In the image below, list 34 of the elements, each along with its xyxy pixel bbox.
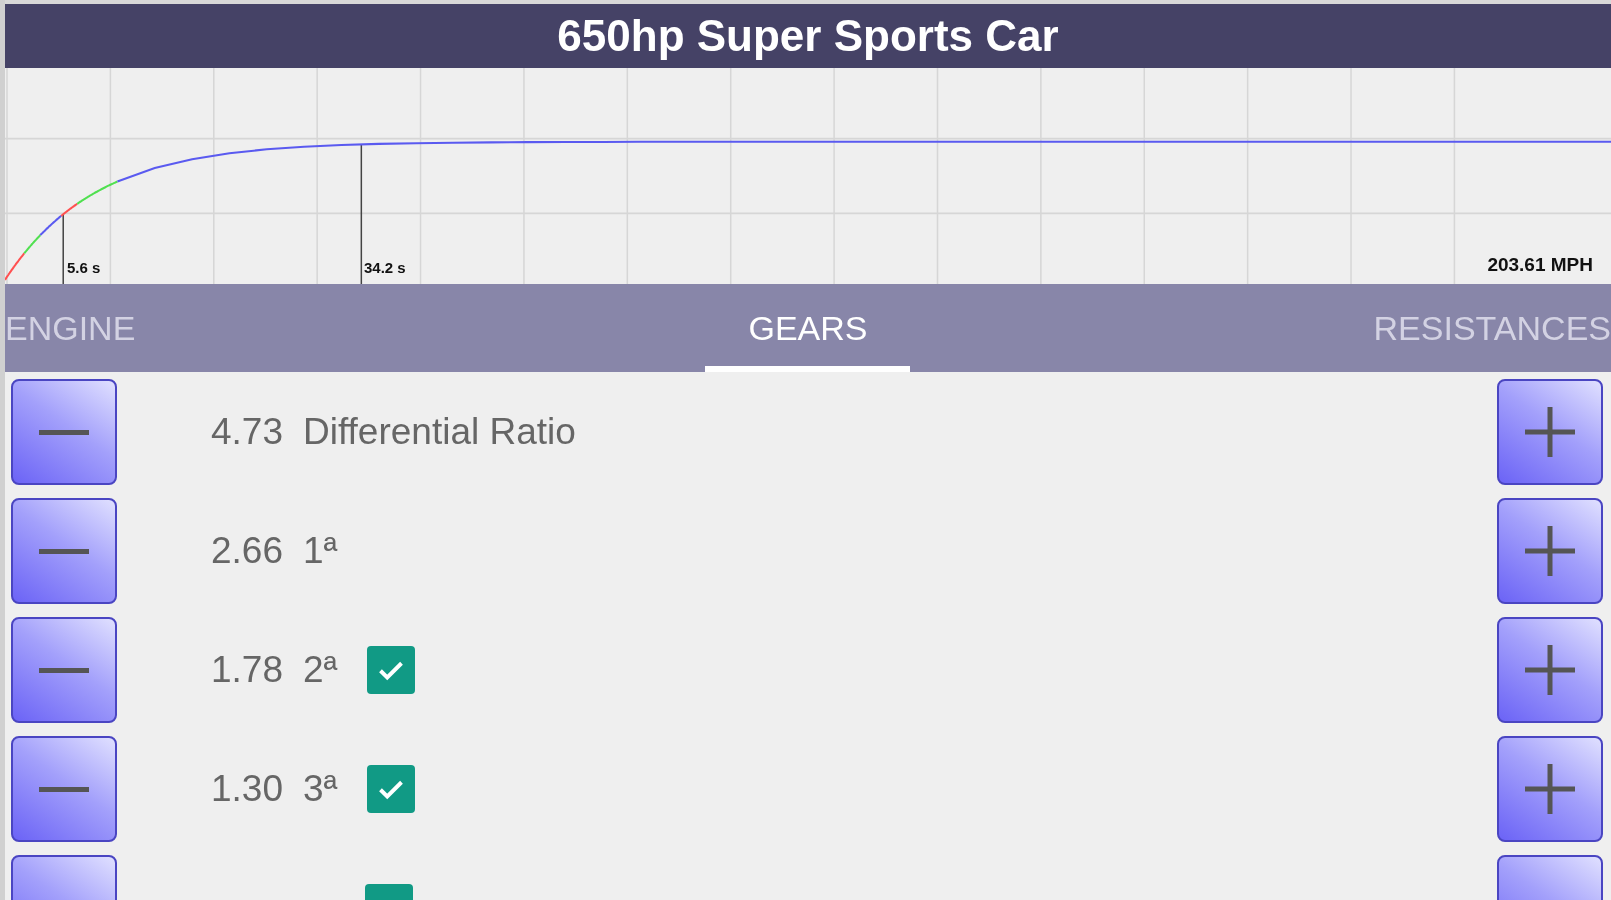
increase-button[interactable] — [1497, 617, 1603, 723]
checkbox[interactable] — [367, 765, 416, 813]
decrease-button[interactable] — [11, 736, 117, 842]
ratio-value: 2.66 — [211, 530, 283, 572]
minus-icon — [39, 667, 89, 673]
plus-icon — [1525, 407, 1575, 457]
decrease-button[interactable] — [11, 498, 117, 604]
ratio-value: 4.73 — [211, 411, 283, 453]
checkbox[interactable] — [367, 646, 416, 694]
plus-icon — [1525, 645, 1575, 695]
marker-line — [62, 213, 64, 284]
ratio-label: Differential Ratio — [303, 411, 576, 453]
decrease-button[interactable] — [11, 617, 117, 723]
plus-icon — [1525, 526, 1575, 576]
marker-label: 5.6 s — [67, 259, 101, 276]
minus-icon — [39, 548, 89, 554]
ratio-label: 2ª — [303, 649, 338, 691]
plus-icon — [1525, 764, 1575, 814]
top-speed-label: 203.61 MPH — [1487, 254, 1593, 276]
marker-label: 34.2 s — [364, 259, 406, 276]
minus-icon — [39, 429, 89, 435]
tab[interactable]: GEARS — [705, 284, 911, 372]
ratio-label: 1ª — [303, 530, 338, 572]
tab[interactable]: RESISTANCES — [1373, 284, 1611, 372]
ratio-value: 1.30 — [211, 768, 283, 810]
increase-button[interactable] — [1497, 379, 1603, 485]
tab[interactable]: ENGINE — [5, 284, 136, 372]
increase-button[interactable] — [1497, 498, 1603, 604]
app-title: 650hp Super Sports Car — [557, 11, 1059, 61]
increase-button[interactable] — [1497, 736, 1603, 842]
ratio-value: 1.78 — [211, 649, 283, 691]
minus-icon — [39, 786, 89, 792]
decrease-button[interactable] — [11, 379, 117, 485]
ratio-label: 3ª — [303, 768, 338, 810]
